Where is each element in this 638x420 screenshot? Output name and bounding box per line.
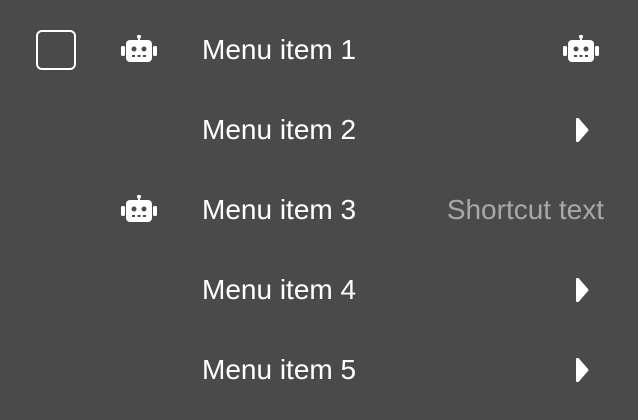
menu-item-label: Menu item 4 [202, 274, 357, 305]
robot-icon [121, 195, 157, 222]
chevron-right-icon [576, 118, 589, 142]
chevron-right-icon [576, 358, 589, 382]
robot-icon [121, 35, 157, 62]
menu-item-label: Menu item 2 [202, 114, 357, 145]
context-menu: Menu item 1 Menu item 2 Menu item 3 Shor… [0, 0, 638, 420]
menu-item-4[interactable]: Menu item 4 [0, 250, 638, 330]
menu-item-1[interactable]: Menu item 1 [0, 10, 638, 90]
menu-item-5[interactable]: Menu item 5 [0, 330, 638, 410]
menu-item-2[interactable]: Menu item 2 [0, 90, 638, 170]
shortcut-text: Shortcut text [446, 194, 604, 225]
menu-item-1-checkbox[interactable] [36, 30, 76, 70]
menu-item-label: Menu item 1 [202, 34, 357, 65]
chevron-right-icon [576, 278, 589, 302]
robot-icon [563, 35, 599, 62]
menu-item-label: Menu item 3 [202, 194, 357, 225]
menu-item-label: Menu item 5 [202, 354, 357, 385]
menu-item-3[interactable]: Menu item 3 Shortcut text [0, 170, 638, 250]
